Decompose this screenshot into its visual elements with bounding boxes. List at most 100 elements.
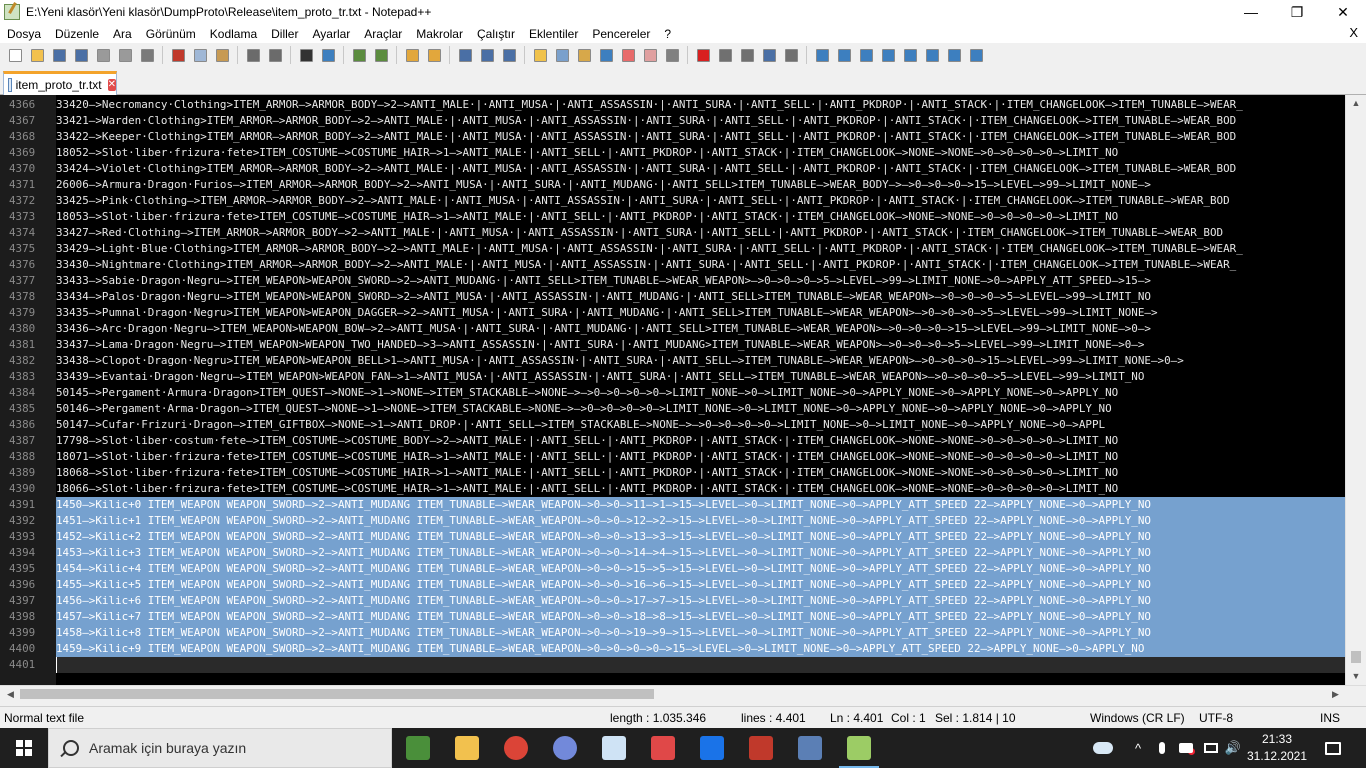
text-line[interactable]: 18066—>Slot·liber·frizura·fete>ITEM_COST…	[56, 481, 1345, 497]
weather-icon[interactable]	[1088, 728, 1118, 768]
tool-6-icon[interactable]	[923, 46, 941, 64]
line-number[interactable]: 4385	[0, 401, 52, 417]
text-line[interactable]: 50146—>Pergament·Arma·Dragon—>ITEM_QUEST…	[56, 401, 1345, 417]
text-line[interactable]: 18052—>Slot·liber·frizura·fete>ITEM_COST…	[56, 145, 1345, 161]
text-line[interactable]: 33427—>Red·Clothing—>ITEM_ARMOR—>ARMOR_B…	[56, 225, 1345, 241]
chrome-icon[interactable]	[492, 728, 540, 768]
close-icon[interactable]	[94, 46, 112, 64]
show-all-chars-icon[interactable]	[478, 46, 496, 64]
line-number[interactable]: 4380	[0, 321, 52, 337]
cut-icon[interactable]	[169, 46, 187, 64]
task-manager-icon[interactable]	[394, 728, 442, 768]
save-macro-icon[interactable]	[782, 46, 800, 64]
text-line[interactable]: 33424—>Violet·Clothing>ITEM_ARMOR—>ARMOR…	[56, 161, 1345, 177]
close-document-button[interactable]: X	[1349, 25, 1358, 40]
line-number[interactable]: 4392	[0, 513, 52, 529]
paste-icon[interactable]	[213, 46, 231, 64]
line-number[interactable]: 4372	[0, 193, 52, 209]
function-list-icon[interactable]	[597, 46, 615, 64]
line-number[interactable]: 4371	[0, 177, 52, 193]
line-number[interactable]: 4370	[0, 161, 52, 177]
stop-macro-icon[interactable]	[716, 46, 734, 64]
line-number[interactable]: 4381	[0, 337, 52, 353]
text-line[interactable]: 33439—>Evantai·Dragon·Negru—>ITEM_WEAPON…	[56, 369, 1345, 385]
line-number[interactable]: 4383	[0, 369, 52, 385]
zoom-out-icon[interactable]	[372, 46, 390, 64]
menu-item-9[interactable]: Çalıştır	[470, 27, 522, 41]
horizontal-scrollbar[interactable]: ◀ ▶	[0, 685, 1366, 702]
line-number[interactable]: 4390	[0, 481, 52, 497]
text-line[interactable]: 17798—>Slot·liber·costum·fete—>ITEM_COST…	[56, 433, 1345, 449]
taskbar-clock[interactable]: 21:33 31.12.2021	[1245, 731, 1309, 765]
tool-1-icon[interactable]	[813, 46, 831, 64]
tool-3-icon[interactable]	[857, 46, 875, 64]
text-line[interactable]: 1450—>Kilic+0 ITEM_WEAPON WEAPON_SWORD—>…	[56, 497, 1345, 513]
eye-icon[interactable]	[663, 46, 681, 64]
line-number[interactable]: 4389	[0, 465, 52, 481]
notification-icon[interactable]	[1318, 728, 1348, 768]
line-number[interactable]: 4369	[0, 145, 52, 161]
line-number[interactable]: 4376	[0, 257, 52, 273]
line-number[interactable]: 4382	[0, 353, 52, 369]
line-number[interactable]: 4373	[0, 209, 52, 225]
text-line[interactable]: 1457—>Kilic+7 ITEM_WEAPON WEAPON_SWORD—>…	[56, 609, 1345, 625]
text-line[interactable]: 18068—>Slot·liber·frizura·fete>ITEM_COST…	[56, 465, 1345, 481]
redo-icon[interactable]	[266, 46, 284, 64]
text-line[interactable]: 1458—>Kilic+8 ITEM_WEAPON WEAPON_SWORD—>…	[56, 625, 1345, 641]
scroll-left-icon[interactable]: ◀	[2, 686, 19, 702]
line-number[interactable]: 4399	[0, 625, 52, 641]
scroll-down-icon[interactable]: ▼	[1346, 668, 1366, 685]
vertical-scrollbar[interactable]: ▲ ▼	[1345, 95, 1366, 685]
line-number-gutter[interactable]: 4366 4367 4368 4369 4370 4371 4372 4373 4374 4375…	[0, 95, 56, 685]
text-line[interactable]: 1455—>Kilic+5 ITEM_WEAPON WEAPON_SWORD—>…	[56, 577, 1345, 593]
record-macro-icon[interactable]	[694, 46, 712, 64]
line-number[interactable]: 4388	[0, 449, 52, 465]
doc-list-icon[interactable]	[575, 46, 593, 64]
tool-4-icon[interactable]	[879, 46, 897, 64]
status-encoding[interactable]: UTF-8	[1199, 711, 1233, 725]
text-line[interactable]: 33433—>Sabie·Dragon·Negru—>ITEM_WEAPON>W…	[56, 273, 1345, 289]
line-number[interactable]: 4366	[0, 97, 52, 113]
scroll-up-icon[interactable]: ▲	[1346, 95, 1366, 112]
teamviewer-icon[interactable]	[688, 728, 736, 768]
line-number[interactable]: 4393	[0, 529, 52, 545]
scroll-right-icon[interactable]: ▶	[1327, 686, 1344, 702]
sync-horizontal-icon[interactable]	[425, 46, 443, 64]
line-number[interactable]: 4378	[0, 289, 52, 305]
menu-item-5[interactable]: Diller	[264, 27, 305, 41]
line-number[interactable]: 4394	[0, 545, 52, 561]
tab-item-proto[interactable]: item_proto_tr.txt ✕	[3, 71, 117, 95]
folder-workspace-icon[interactable]	[619, 46, 637, 64]
line-number[interactable]: 4396	[0, 577, 52, 593]
text-line[interactable]: 1452—>Kilic+2 ITEM_WEAPON WEAPON_SWORD—>…	[56, 529, 1345, 545]
close-all-icon[interactable]	[116, 46, 134, 64]
text-line[interactable]: 18071—>Slot·liber·frizura·fete>ITEM_COST…	[56, 449, 1345, 465]
text-line[interactable]: 33430—>Nightmare·Clothing>ITEM_ARMOR—>AR…	[56, 257, 1345, 273]
sync-vertical-icon[interactable]	[403, 46, 421, 64]
line-number[interactable]: 4391	[0, 497, 52, 513]
camera-blocked-icon[interactable]	[1176, 728, 1198, 768]
print-icon[interactable]	[138, 46, 156, 64]
minimize-button[interactable]: —	[1228, 0, 1274, 24]
text-line[interactable]: 33437—>Lama·Dragon·Negru—>ITEM_WEAPON>WE…	[56, 337, 1345, 353]
text-line[interactable]	[56, 657, 1345, 673]
text-line[interactable]: 33421—>Warden·Clothing>ITEM_ARMOR—>ARMOR…	[56, 113, 1345, 129]
line-number[interactable]: 4401	[0, 657, 52, 673]
menu-item-6[interactable]: Ayarlar	[305, 27, 357, 41]
line-number[interactable]: 4368	[0, 129, 52, 145]
save-icon[interactable]	[50, 46, 68, 64]
start-button[interactable]	[0, 728, 48, 768]
menu-item-11[interactable]: Pencereler	[585, 27, 657, 41]
text-content[interactable]: 33420—>Necromancy·Clothing>ITEM_ARMOR—>A…	[56, 95, 1345, 685]
copy-icon[interactable]	[191, 46, 209, 64]
line-number[interactable]: 4395	[0, 561, 52, 577]
file-explorer-icon[interactable]	[443, 728, 491, 768]
tool-8-icon[interactable]	[967, 46, 985, 64]
line-number[interactable]: 4384	[0, 385, 52, 401]
tool-5-icon[interactable]	[901, 46, 919, 64]
menu-item-8[interactable]: Makrolar	[409, 27, 470, 41]
tab-close-icon[interactable]: ✕	[107, 78, 116, 91]
menu-item-3[interactable]: Görünüm	[139, 27, 203, 41]
menu-item-10[interactable]: Eklentiler	[522, 27, 585, 41]
text-line[interactable]: 1459—>Kilic+9 ITEM_WEAPON WEAPON_SWORD—>…	[56, 641, 1345, 657]
